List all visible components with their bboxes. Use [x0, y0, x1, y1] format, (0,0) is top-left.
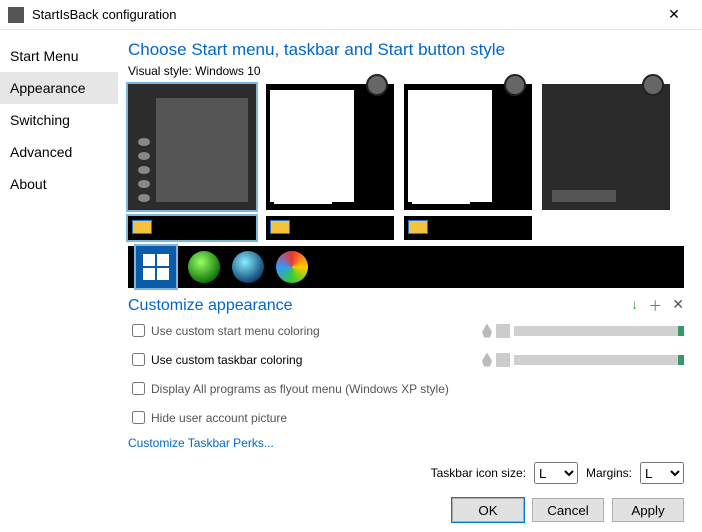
- page-heading: Choose Start menu, taskbar and Start but…: [128, 40, 684, 60]
- remove-icon[interactable]: ✕: [672, 296, 684, 316]
- margins-label: Margins:: [586, 466, 632, 480]
- folder-icon: [270, 220, 290, 234]
- slider-taskbar-coloring[interactable]: [482, 353, 684, 367]
- drop-icon: [482, 324, 492, 338]
- sidebar: Start Menu Appearance Switching Advanced…: [0, 30, 118, 532]
- sidebar-item-start-menu[interactable]: Start Menu: [0, 40, 118, 72]
- sidebar-item-about[interactable]: About: [0, 168, 118, 200]
- sidebar-item-switching[interactable]: Switching: [0, 104, 118, 136]
- content: Choose Start menu, taskbar and Start but…: [118, 30, 702, 532]
- checkbox-row-flyout: Display All programs as flyout menu (Win…: [128, 379, 684, 398]
- avatar-icon: [642, 74, 664, 96]
- checkbox-row-hide-avatar: Hide user account picture: [128, 408, 684, 427]
- checkbox-label: Display All programs as flyout menu (Win…: [151, 382, 449, 396]
- customize-heading: Customize appearance: [128, 297, 293, 315]
- close-icon[interactable]: ✕: [654, 6, 694, 23]
- orb-style-color[interactable]: [276, 251, 308, 283]
- add-icon[interactable]: ＋: [648, 296, 662, 316]
- menu-style-3[interactable]: [404, 84, 532, 210]
- taskbar-style-row: [128, 216, 684, 240]
- button-row: OK Cancel Apply: [128, 488, 684, 522]
- customize-taskbar-link[interactable]: Customize Taskbar Perks...: [128, 436, 684, 450]
- checkbox-row-taskbar-coloring: Use custom taskbar coloring: [128, 350, 684, 369]
- checkbox-hide-avatar[interactable]: [132, 411, 145, 424]
- checkbox-taskbar-coloring[interactable]: [132, 353, 145, 366]
- checkbox-row-menu-coloring: Use custom start menu coloring: [128, 321, 684, 340]
- icon-size-label: Taskbar icon size:: [431, 466, 526, 480]
- taskbar-style-1[interactable]: [128, 216, 256, 240]
- avatar-icon: [366, 74, 388, 96]
- checkbox-label: Use custom taskbar coloring: [151, 353, 302, 367]
- apply-button[interactable]: Apply: [612, 498, 684, 522]
- orb-style-win10[interactable]: [136, 246, 176, 288]
- avatar-icon: [504, 74, 526, 96]
- menu-style-1[interactable]: [128, 84, 256, 210]
- customize-heading-row: Customize appearance ↓ ＋ ✕: [128, 296, 684, 316]
- checkbox-flyout[interactable]: [132, 382, 145, 395]
- icon-size-select[interactable]: L: [534, 462, 578, 484]
- menu-style-4[interactable]: [542, 84, 670, 210]
- taskbar-style-3[interactable]: [404, 216, 532, 240]
- visual-style-value: Windows 10: [195, 64, 260, 78]
- menu-style-row: [128, 84, 684, 210]
- orb-style-row: [128, 246, 684, 288]
- windows-icon: [143, 254, 169, 280]
- taskbar-style-2[interactable]: [266, 216, 394, 240]
- slider-menu-coloring[interactable]: [482, 324, 684, 338]
- folder-icon: [408, 220, 428, 234]
- checkbox-label: Use custom start menu coloring: [151, 324, 320, 338]
- sidebar-item-advanced[interactable]: Advanced: [0, 136, 118, 168]
- titlebar: StartIsBack configuration ✕: [0, 0, 702, 30]
- visual-style-label: Visual style:: [128, 64, 192, 78]
- footer: Taskbar icon size: L Margins: L: [128, 454, 684, 484]
- download-icon[interactable]: ↓: [631, 296, 638, 316]
- window-title: StartIsBack configuration: [32, 7, 654, 22]
- drop-icon: [482, 353, 492, 367]
- checkbox-menu-coloring[interactable]: [132, 324, 145, 337]
- margins-select[interactable]: L: [640, 462, 684, 484]
- orb-style-clover[interactable]: [188, 251, 220, 283]
- menu-style-2[interactable]: [266, 84, 394, 210]
- app-icon: [8, 7, 24, 23]
- orb-style-win7[interactable]: [232, 251, 264, 283]
- ok-button[interactable]: OK: [452, 498, 524, 522]
- visual-style-row: Visual style: Windows 10: [128, 64, 684, 78]
- cancel-button[interactable]: Cancel: [532, 498, 604, 522]
- checkbox-label: Hide user account picture: [151, 411, 287, 425]
- sidebar-item-appearance[interactable]: Appearance: [0, 72, 118, 104]
- folder-icon: [132, 220, 152, 234]
